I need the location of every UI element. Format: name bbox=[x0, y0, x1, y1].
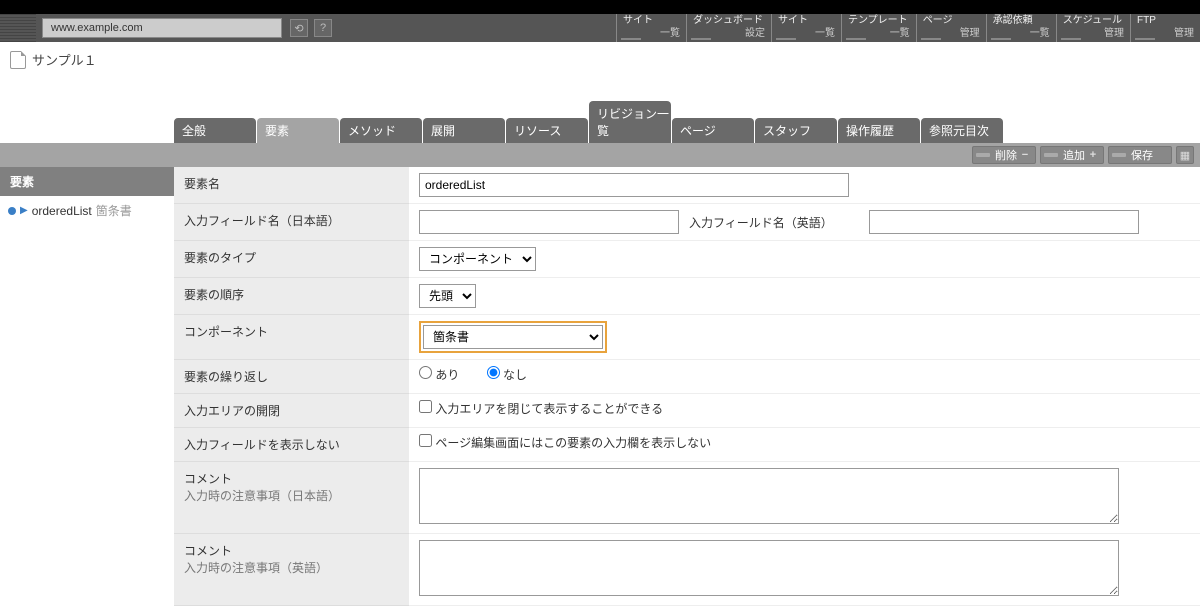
input-field-jp[interactable] bbox=[419, 210, 679, 234]
sidebar-item-orderedlist[interactable]: ▶ orderedList 箇条書 bbox=[0, 196, 174, 225]
nav-item-0[interactable]: サイト一覧 bbox=[616, 14, 686, 42]
select-component[interactable]: 箇条書 bbox=[423, 325, 603, 349]
label-collapse: 入力エリアの開閉 bbox=[174, 394, 409, 428]
label-component: コンポーネント bbox=[174, 315, 409, 360]
label-element-name: 要素名 bbox=[174, 167, 409, 204]
label-field-jp: 入力フィールド名（日本語） bbox=[174, 204, 409, 241]
nav-item-3[interactable]: テンプレート一覧 bbox=[841, 14, 916, 42]
select-type[interactable]: コンポーネント bbox=[419, 247, 536, 271]
select-order[interactable]: 先頭 bbox=[419, 284, 476, 308]
nav-item-7[interactable]: FTP管理 bbox=[1130, 14, 1200, 42]
nav-item-4[interactable]: ページ管理 bbox=[916, 14, 986, 42]
delete-button[interactable]: 削除− bbox=[972, 146, 1036, 164]
help-icon[interactable]: ? bbox=[314, 19, 332, 37]
tab-7[interactable]: スタッフ bbox=[755, 118, 837, 143]
radio-repeat-yes[interactable] bbox=[419, 366, 432, 379]
input-element-name[interactable] bbox=[419, 173, 849, 197]
label-type: 要素のタイプ bbox=[174, 241, 409, 278]
save-button[interactable]: 保存 bbox=[1108, 146, 1172, 164]
url-bar: www.example.com ⟲ ? サイト一覧ダッシュボード設定サイト一覧テ… bbox=[0, 14, 1200, 42]
label-order: 要素の順序 bbox=[174, 278, 409, 315]
tab-9[interactable]: 参照元目次 bbox=[921, 118, 1003, 143]
radio-repeat-no[interactable] bbox=[487, 366, 500, 379]
tab-4[interactable]: リソース bbox=[506, 118, 588, 143]
tab-6[interactable]: ページ bbox=[672, 118, 754, 143]
save-disk-icon[interactable]: ▦ bbox=[1176, 146, 1194, 164]
label-comment-jp: コメント入力時の注意事項（日本語） bbox=[174, 462, 409, 534]
textarea-comment-en[interactable] bbox=[419, 540, 1119, 596]
nav-item-6[interactable]: スケジュール管理 bbox=[1056, 14, 1130, 42]
url-display: www.example.com bbox=[42, 18, 282, 38]
label-repeat: 要素の繰り返し bbox=[174, 360, 409, 394]
tab-5[interactable]: リビジョン一覧 bbox=[589, 101, 671, 143]
sidebar-item-label: 箇条書 bbox=[96, 202, 132, 219]
plus-icon: + bbox=[1087, 149, 1099, 161]
add-button[interactable]: 追加+ bbox=[1040, 146, 1104, 164]
nav-item-5[interactable]: 承認依頼一覧 bbox=[986, 14, 1056, 42]
minus-icon: − bbox=[1019, 149, 1031, 161]
page-title: サンプル１ bbox=[32, 50, 97, 69]
checkbox-collapse[interactable] bbox=[419, 400, 432, 413]
sidebar-item-code: orderedList bbox=[32, 204, 92, 218]
page-title-row: サンプル１ bbox=[0, 42, 1200, 77]
tab-0[interactable]: 全般 bbox=[174, 118, 256, 143]
input-field-en[interactable] bbox=[869, 210, 1139, 234]
page-icon bbox=[10, 51, 26, 69]
chevron-right-icon: ▶ bbox=[20, 205, 28, 216]
refresh-icon[interactable]: ⟲ bbox=[290, 19, 308, 37]
label-field-en: 入力フィールド名（英語） bbox=[689, 214, 859, 231]
tab-3[interactable]: 展開 bbox=[423, 118, 505, 143]
sidebar-header: 要素 bbox=[0, 167, 174, 196]
checkbox-hide[interactable] bbox=[419, 434, 432, 447]
tab-1[interactable]: 要素 bbox=[257, 118, 339, 143]
tab-8[interactable]: 操作履歴 bbox=[838, 118, 920, 143]
nav-item-2[interactable]: サイト一覧 bbox=[771, 14, 841, 42]
nav-item-1[interactable]: ダッシュボード設定 bbox=[686, 14, 771, 42]
grip-icon bbox=[0, 14, 36, 42]
label-comment-en: コメント入力時の注意事項（英語） bbox=[174, 534, 409, 606]
bullet-icon bbox=[8, 207, 16, 215]
label-hide: 入力フィールドを表示しない bbox=[174, 428, 409, 462]
action-bar: 削除− 追加+ 保存 ▦ bbox=[0, 143, 1200, 167]
tab-2[interactable]: メソッド bbox=[340, 118, 422, 143]
textarea-comment-jp[interactable] bbox=[419, 468, 1119, 524]
